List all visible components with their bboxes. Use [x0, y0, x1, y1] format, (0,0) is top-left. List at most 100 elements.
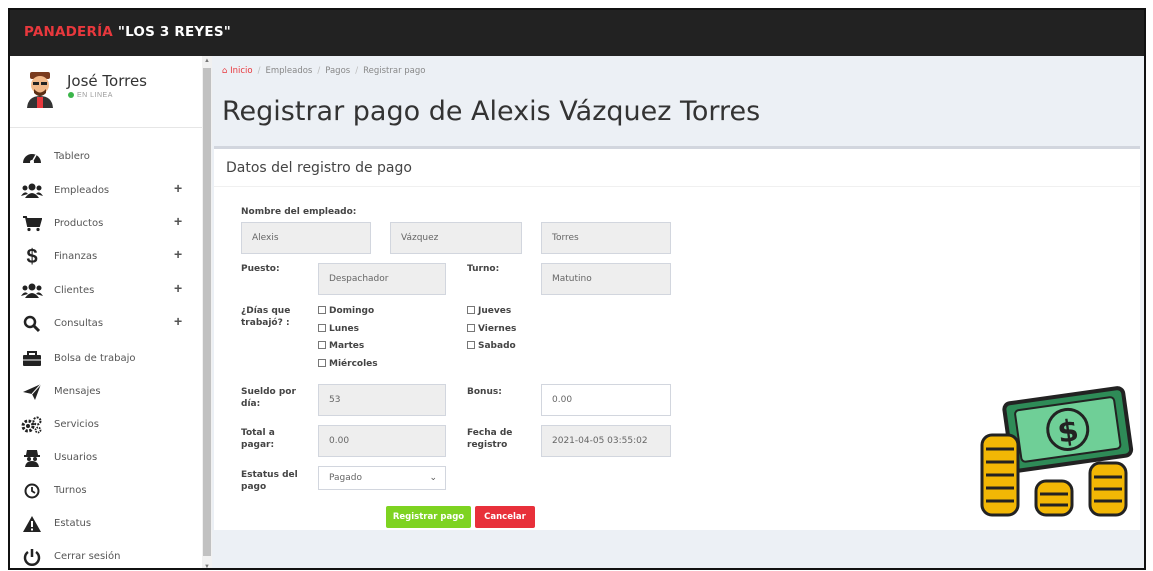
checkbox-lunes[interactable]: Lunes — [318, 324, 359, 334]
sidebar-item-label: Mensajes — [54, 386, 101, 397]
breadcrumb-home-label: Inicio — [230, 66, 253, 76]
total-label-line1: Total a — [241, 428, 275, 438]
payment-status-value: Pagado — [329, 473, 362, 483]
first-name-field[interactable]: Alexis — [241, 222, 371, 254]
salary-label: Sueldo por día: — [241, 386, 296, 410]
expand-icon[interactable]: + — [174, 280, 182, 296]
sidebar-item-label: Clientes — [54, 285, 95, 296]
breadcrumb-separator: / — [257, 66, 261, 76]
checkbox-label: Viernes — [478, 324, 517, 334]
sidebar-item-clientes[interactable]: Clientes + — [10, 276, 202, 306]
checkbox-label: Martes — [329, 341, 365, 351]
checkbox-miercoles[interactable]: Miércoles — [318, 359, 378, 369]
sidebar-item-empleados[interactable]: Empleados + — [10, 176, 202, 206]
breadcrumb-item-empleados[interactable]: Empleados — [265, 66, 312, 76]
briefcase-icon — [21, 348, 43, 370]
checkbox-box[interactable] — [318, 359, 326, 367]
registration-date-field[interactable]: 2021-04-05 03:55:02 — [541, 425, 671, 457]
daily-salary-field[interactable]: 53 — [318, 384, 446, 416]
checkbox-label: Jueves — [478, 306, 512, 316]
last-name-1-field[interactable]: Vázquez — [390, 222, 522, 254]
brand-logo[interactable]: PANADERÍA "LOS 3 REYES" — [24, 24, 231, 40]
checkbox-box[interactable] — [318, 306, 326, 314]
user-name: José Torres — [67, 72, 147, 90]
scroll-up-arrow-icon[interactable]: ▲ — [202, 56, 212, 66]
sidebar-item-label: Turnos — [54, 485, 87, 496]
sidebar-item-label: Empleados — [54, 185, 110, 196]
position-label: Puesto: — [241, 264, 280, 274]
top-navbar: PANADERÍA "LOS 3 REYES" — [10, 10, 1144, 56]
sidebar: José Torres EN LINEA Tablero Empleados +… — [10, 56, 202, 568]
checkbox-jueves[interactable]: Jueves — [467, 306, 511, 316]
checkbox-martes[interactable]: Martes — [318, 341, 364, 351]
checkbox-label: Sabado — [478, 341, 516, 351]
breadcrumb-separator: / — [317, 66, 321, 76]
payment-status-label-line1: Estatus del — [241, 470, 298, 480]
days-worked-label: ¿Días que trabajó? : — [241, 305, 290, 329]
checkbox-label: Miércoles — [329, 359, 378, 369]
checkbox-viernes[interactable]: Viernes — [467, 324, 516, 334]
registration-date-label: Fecha de registro — [467, 427, 512, 451]
expand-icon[interactable]: + — [174, 246, 182, 262]
scrollbar-thumb[interactable] — [203, 68, 211, 556]
registration-date-label-line2: registro — [467, 440, 508, 450]
sidebar-item-bolsa-de-trabajo[interactable]: Bolsa de trabajo — [10, 344, 202, 374]
sidebar-item-label: Consultas — [54, 318, 104, 329]
sidebar-item-servicios[interactable]: Servicios — [10, 410, 202, 440]
user-status: EN LINEA — [68, 92, 113, 99]
position-field[interactable]: Despachador — [318, 263, 446, 295]
payment-status-select[interactable]: Pagado ⌄ — [318, 466, 446, 490]
home-icon: ⌂ — [222, 66, 228, 76]
days-worked-label-line2: trabajó? : — [241, 318, 290, 328]
dashboard-icon — [21, 146, 43, 168]
sidebar-item-mensajes[interactable]: Mensajes — [10, 377, 202, 407]
breadcrumb-home[interactable]: ⌂ Inicio — [222, 66, 253, 76]
checkbox-label: Domingo — [329, 306, 375, 316]
payment-status-label-line2: pago — [241, 482, 267, 492]
sidebar-scrollbar[interactable]: ▲ ▼ — [202, 56, 212, 568]
sidebar-item-usuarios[interactable]: Usuarios — [10, 443, 202, 473]
salary-label-line2: día: — [241, 399, 261, 409]
users-icon — [21, 280, 43, 302]
user-secret-icon — [21, 447, 43, 469]
app-window: PANADERÍA "LOS 3 REYES" José Torres EN L… — [8, 8, 1146, 570]
total-to-pay-field[interactable]: 0.00 — [318, 425, 446, 457]
sidebar-item-tablero[interactable]: Tablero — [10, 142, 202, 172]
breadcrumb-item-pagos[interactable]: Pagos — [325, 66, 350, 76]
chevron-down-icon: ⌄ — [429, 473, 437, 483]
checkbox-box[interactable] — [318, 324, 326, 332]
checkbox-box[interactable] — [467, 324, 475, 332]
sidebar-item-productos[interactable]: Productos + — [10, 209, 202, 239]
shift-field[interactable]: Matutino — [541, 263, 671, 295]
checkbox-sabado[interactable]: Sabado — [467, 341, 516, 351]
sidebar-item-estatus[interactable]: Estatus — [10, 509, 202, 539]
register-payment-button[interactable]: Registrar pago — [386, 506, 471, 528]
sidebar-item-turnos[interactable]: Turnos — [10, 476, 202, 506]
send-icon — [21, 381, 43, 403]
payment-form-card: Datos del registro de pago Nombre del em… — [214, 146, 1140, 530]
power-icon — [21, 546, 43, 568]
cancel-button[interactable]: Cancelar — [475, 506, 535, 528]
checkbox-domingo[interactable]: Domingo — [318, 306, 374, 316]
sidebar-item-consultas[interactable]: Consultas + — [10, 309, 202, 339]
checkbox-box[interactable] — [318, 341, 326, 349]
salary-label-line1: Sueldo por — [241, 387, 296, 397]
money-illustration: $ — [980, 386, 1134, 517]
expand-icon[interactable]: + — [174, 213, 182, 229]
card-header: Datos del registro de pago — [214, 149, 1140, 187]
days-worked-label-line1: ¿Días que — [241, 306, 291, 316]
bonus-input[interactable]: 0.00 — [541, 384, 671, 416]
employee-name-label: Nombre del empleado: — [241, 207, 357, 217]
sidebar-item-finanzas[interactable]: $ Finanzas + — [10, 242, 202, 272]
sidebar-item-label: Servicios — [54, 419, 99, 430]
cart-icon — [21, 213, 43, 235]
expand-icon[interactable]: + — [174, 313, 182, 329]
checkbox-box[interactable] — [467, 306, 475, 314]
total-label: Total a pagar: — [241, 427, 275, 451]
expand-icon[interactable]: + — [174, 180, 182, 196]
scroll-down-arrow-icon[interactable]: ▼ — [202, 562, 212, 568]
sidebar-item-cerrar-sesion[interactable]: Cerrar sesión — [10, 542, 202, 568]
user-status-text: EN LINEA — [77, 92, 113, 99]
checkbox-box[interactable] — [467, 341, 475, 349]
last-name-2-field[interactable]: Torres — [541, 222, 671, 254]
